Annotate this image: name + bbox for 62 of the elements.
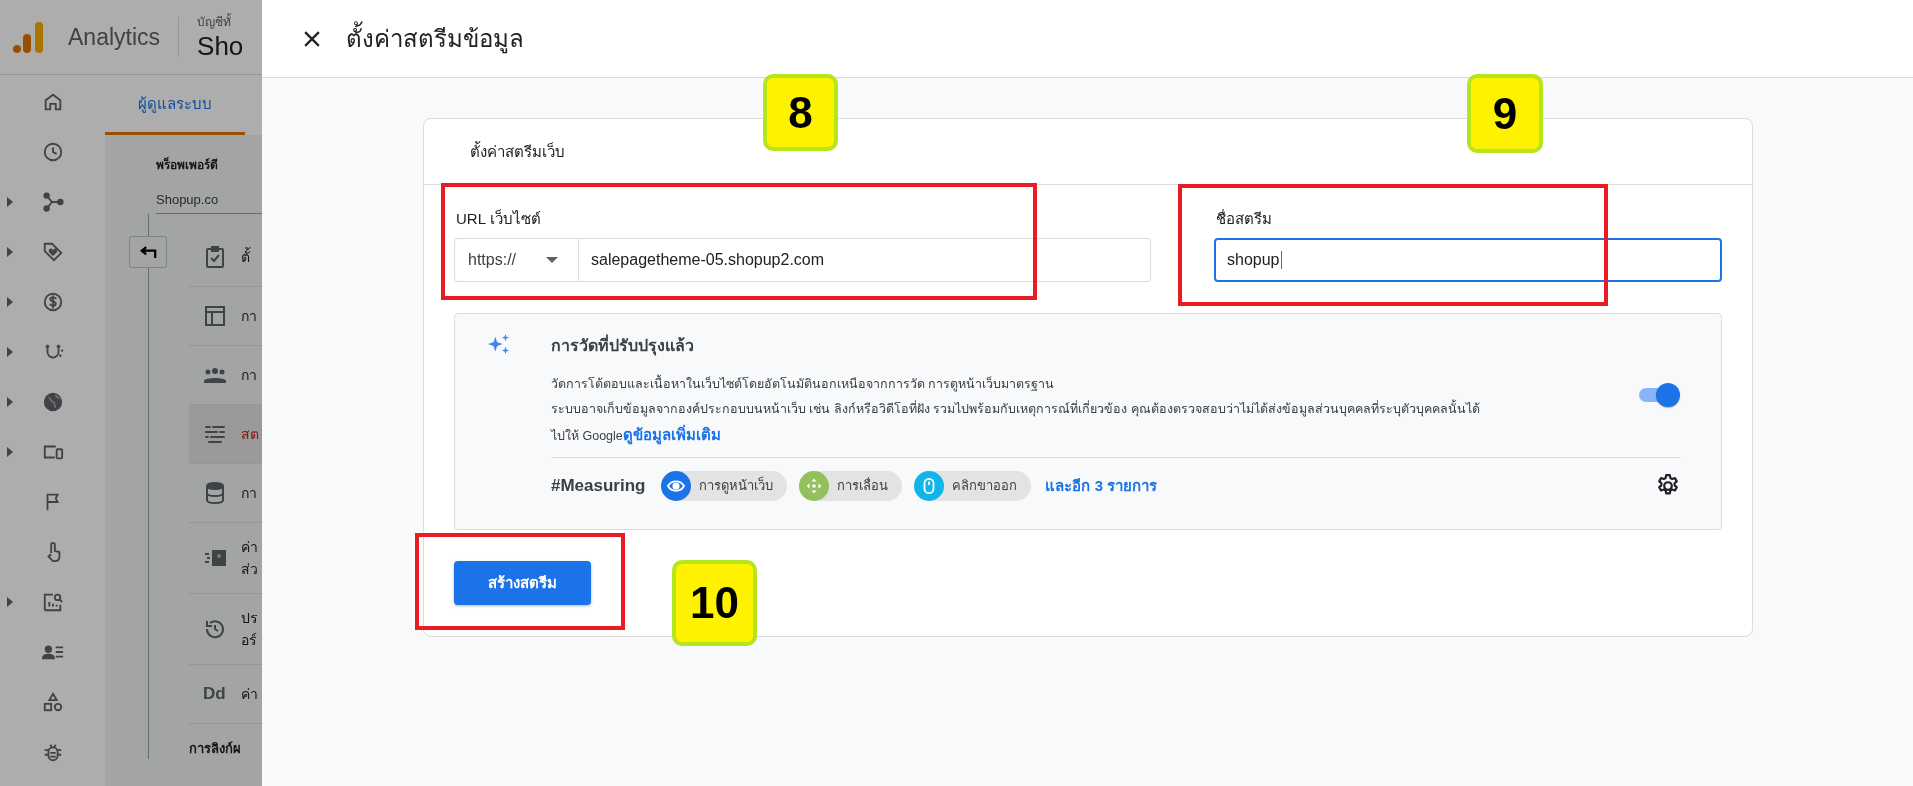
menu-label: ตั้ [241,246,250,267]
tag-icon[interactable] [41,241,64,263]
database-icon [203,481,227,505]
card-title: ตั้งค่าสตรีมเว็บ [470,140,565,162]
report-icon[interactable] [41,591,64,613]
admin-menu-item[interactable]: สต [189,405,262,464]
sparkle-icon [487,333,511,357]
menu-label: กา [241,484,257,503]
menu-label: อร์ [241,631,258,650]
property-name[interactable]: Sho [197,31,244,62]
menu-label: ส่ว [241,560,258,579]
app-name: Analytics [68,23,161,51]
property-heading: พร็อพเพอร์ตี [156,156,219,174]
event-chip: การเลื่อน [799,470,903,501]
text-cursor [1280,251,1282,269]
event-chip: การดูหน้าเว็บ [661,470,788,501]
return-arrow-icon [139,245,157,259]
dialog-title: ตั้งค่าสตรีมข้อมูล [346,19,524,58]
globe-icon[interactable] [41,391,64,413]
step-number-badge: 9 [1467,74,1543,153]
back-button[interactable] [129,236,167,268]
menu-label: ปร [241,609,258,628]
step-number-badge: 10 [672,560,757,646]
protocol-dropdown[interactable]: https:// [454,238,579,282]
menu-label: ค่า [241,538,258,557]
branch-icon[interactable] [41,191,64,213]
url-input-field[interactable]: salepagetheme-05.shopup2.com [579,238,1151,282]
learn-more-link[interactable]: ดูข้อมูลเพิ่มเติม [622,426,721,443]
section-title: การวัดที่ปรับปรุงแล้ว [551,333,1615,358]
field-label: ชื่อสตรีม [1216,208,1273,229]
expand-caret-icon[interactable] [7,247,13,257]
expand-caret-icon[interactable] [7,197,13,207]
section-heading: การลิงก์ผ [189,740,242,758]
menu-label: ค่า [241,685,258,704]
create-stream-button[interactable]: สร้างสตรีม [454,561,591,605]
menu-label: กา [241,307,257,326]
menu-label: กา [241,366,257,385]
bar-chart-logo-icon [12,20,46,54]
expand-caret-icon[interactable] [7,297,13,307]
description-text: วัดการโต้ตอบและเนื้อหาในเว็บไซต์โดยอัตโนมัตินอกเหนือจากการวัด การดูหน้าเว็บมาตรฐาน ระบบอาจเก็บข้อมูลจากองค์ประกอบบนหน้าเว็บ เช่น ลิงก์หรือวิดีโอที่ฝัง รวมไปพร้อมกับเหตุการณ์ที่เกี่ยวข้อง คุณต้องตรวจสอบว่าไม่ได้ส่งข้อมูลส่วนบุคคลที่ระบุตัวบุคคลนั้นได้ ไปให้ Googleดูข้อมูลเพิ่มเติม [551,372,1615,449]
close-icon [304,30,320,47]
shapes-icon[interactable] [41,691,64,713]
layout-icon [203,304,227,328]
measuring-label: #Measuring [551,475,646,496]
stream-name-input-field[interactable]: shopup [1214,238,1722,282]
account-label: บัญชีทั้ [197,12,233,31]
glyph-icon: Dd [203,684,227,704]
field-label: URL เว็บไซต์ [456,208,542,229]
expand-caret-icon[interactable] [7,397,13,407]
move-icon [805,476,824,495]
expand-caret-icon[interactable] [7,347,13,357]
menu-label: สต [241,425,259,444]
dollar-icon[interactable] [41,291,64,313]
clipboard-check-icon [203,245,227,269]
step-number-badge: 8 [763,74,838,151]
clock-icon[interactable] [41,141,64,163]
dropdown-caret-icon [546,257,558,263]
more-events-link[interactable]: และอีก 3 รายการ [1045,473,1158,498]
expand-caret-icon[interactable] [7,597,13,607]
event-chip: คลิกขาออก [914,470,1032,501]
history-icon [203,617,227,641]
expand-caret-icon[interactable] [7,447,13,457]
